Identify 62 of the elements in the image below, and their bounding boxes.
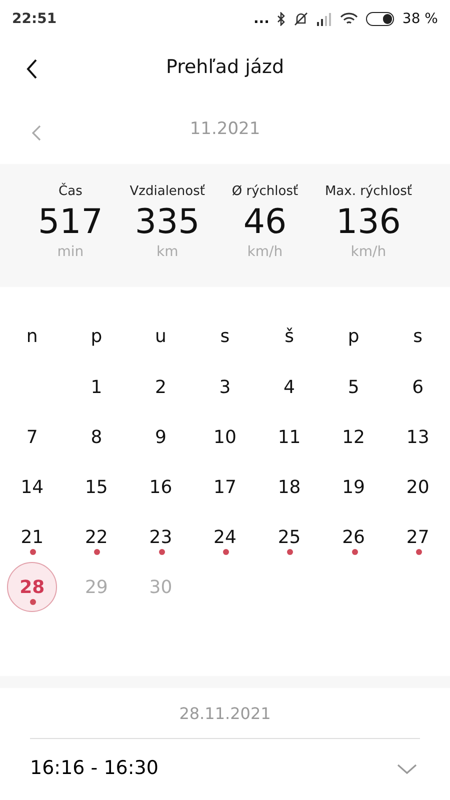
wifi-icon [340,12,358,26]
calendar-day[interactable]: 5 [328,362,379,412]
calendar-day[interactable]: 10 [200,412,250,462]
weekday-label: u [154,325,168,349]
calendar-day[interactable]: 9 [136,412,186,462]
calendar-day[interactable]: 13 [392,412,443,462]
bell-off-icon [294,12,308,26]
calendar-day[interactable]: 15 [71,462,122,512]
weekday-label: p [346,325,360,349]
back-icon [32,124,41,141]
stat-label: Vzdialenosť [130,183,205,201]
calendar-day[interactable]: 2 [136,362,186,412]
calendar-day[interactable]: 22 [71,512,122,562]
calendar-day[interactable]: 12 [328,412,379,462]
stat-label: Max. rýchlosť [324,183,412,201]
weekday-label: n [25,325,39,349]
calendar-day[interactable]: 3 [200,362,250,412]
status-time: 22:51 [12,10,57,28]
weekday-label: p [90,325,104,349]
calendar-day[interactable]: 7 [7,412,58,462]
trip-time: 16:16 - 16:30 [30,756,158,782]
calendar-day[interactable]: 21 [7,512,58,562]
page-title: Prehľad jázd [166,54,284,80]
more-indicator: ... [253,10,270,28]
calendar-day[interactable]: 6 [392,362,443,412]
stat-unit: km/h [247,243,283,262]
selected-date: 28.11.2021 [178,703,272,725]
calendar-day[interactable]: 1 [71,362,122,412]
calendar-day[interactable]: 11 [264,412,314,462]
month-label: 11.2021 [190,118,260,142]
calendar-day[interactable]: 28 [7,562,58,612]
calendar-day[interactable]: 27 [392,512,443,562]
signal-icon [316,12,332,26]
calendar-day[interactable]: 18 [264,462,314,512]
battery-icon [366,12,394,26]
stat-unit: km [156,243,178,262]
calendar-day[interactable]: 25 [264,512,314,562]
weekday-label: š [284,325,295,349]
weekday-label: s [219,325,231,349]
calendar-day[interactable]: 4 [264,362,314,412]
calendar-day[interactable]: 14 [7,462,58,512]
calendar-day[interactable]: 16 [136,462,186,512]
stat-value: 517 [38,202,103,242]
trip-row[interactable]: 16:16 - 16:30 [30,738,420,798]
stat-label: Ø rýchlosť [232,183,298,201]
calendar-day[interactable]: 19 [328,462,379,512]
stat-value: 335 [134,202,200,242]
calendar-day[interactable]: 8 [71,412,122,462]
weekday-label: s [412,325,424,349]
stat-unit: min [57,243,84,262]
battery-percent: 38 % [402,10,438,28]
calendar-day[interactable]: 24 [200,512,250,562]
stat-value: 46 [243,202,287,242]
stat-label: Čas [58,182,82,201]
calendar-day[interactable]: 20 [392,462,443,512]
bluetooth-icon [277,12,286,26]
calendar-day[interactable]: 23 [136,512,186,562]
stat-value: 136 [336,202,401,242]
back-icon [26,58,38,80]
calendar-day[interactable]: 17 [200,462,250,512]
calendar-day[interactable]: 26 [328,512,379,562]
stat-unit: km/h [350,243,386,262]
